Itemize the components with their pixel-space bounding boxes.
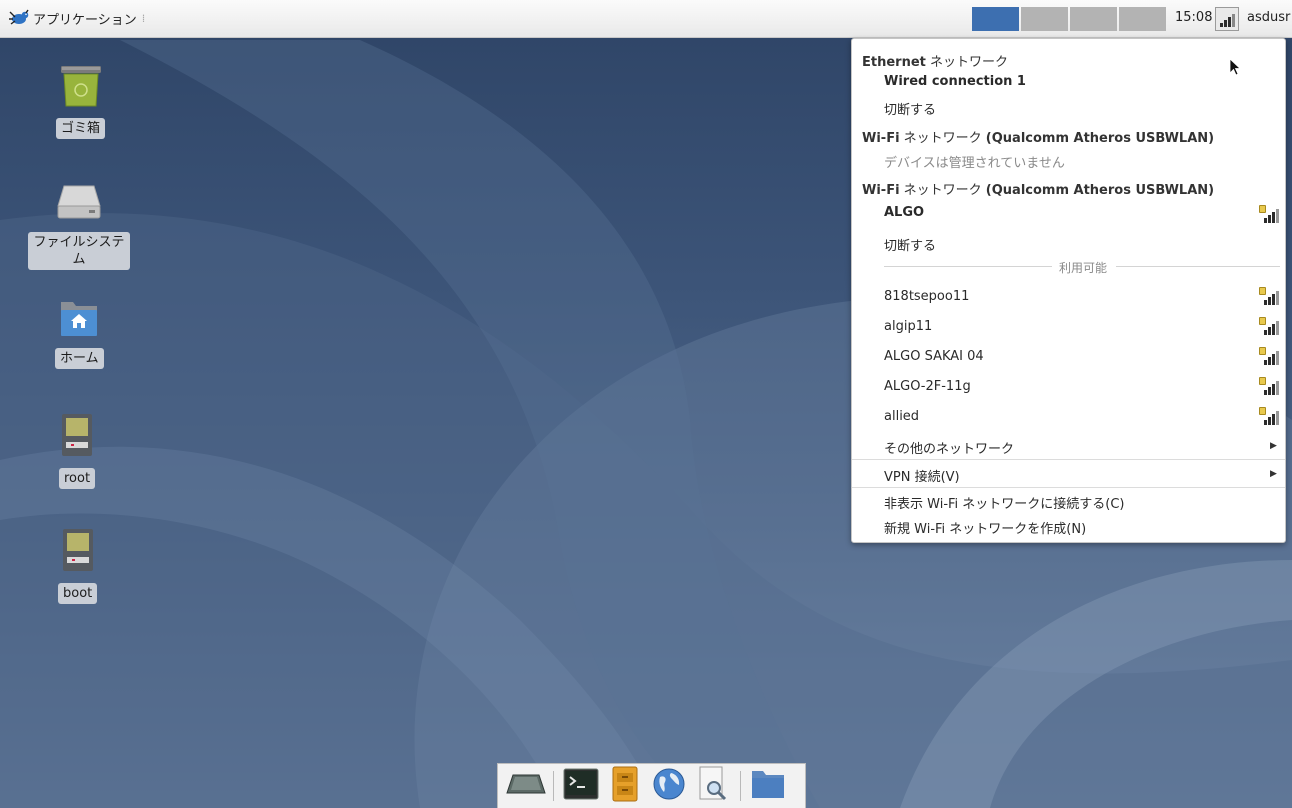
terminal-icon <box>563 768 599 804</box>
vpn-connections-submenu[interactable]: VPN 接続(V) <box>884 466 1292 485</box>
secure-signal-icon <box>1259 347 1279 365</box>
trash-icon <box>58 64 104 112</box>
home-folder-launcher[interactable] <box>746 766 790 806</box>
wifi-section-header-1: Wi-Fi ネットワーク (Qualcomm Atheros USBWLAN) <box>862 127 1292 146</box>
workspace-4[interactable] <box>1119 7 1166 31</box>
connected-network-item[interactable]: ALGO <box>884 205 1292 220</box>
drive-icon <box>60 527 96 577</box>
panel-grip: ⁞ <box>141 12 146 25</box>
desktop-icon-label: ファイルシステム <box>28 232 130 270</box>
drive-icon <box>56 182 102 226</box>
desktop-icon-filesystem[interactable]: ファイルシステム <box>28 182 130 270</box>
secure-signal-icon <box>1259 287 1279 305</box>
desktop-icon-boot[interactable]: boot <box>58 527 98 604</box>
other-networks-submenu[interactable]: その他のネットワーク <box>884 438 1292 457</box>
desktop-icon-label: ゴミ箱 <box>56 118 106 139</box>
file-manager-launcher[interactable] <box>603 766 647 806</box>
wifi-device-name: (Qualcomm Atheros USBWLAN) <box>985 183 1215 198</box>
create-new-wifi-item[interactable]: 新規 Wi-Fi ネットワークを作成(N) <box>884 518 1292 537</box>
show-desktop-icon <box>506 773 546 799</box>
wifi-device-unmanaged-status: デバイスは管理されていません <box>884 156 1065 171</box>
network-name: ALGO <box>884 205 925 220</box>
wifi-section-header-2: Wi-Fi ネットワーク (Qualcomm Atheros USBWLAN) <box>862 179 1292 198</box>
desktop-icon-label: root <box>59 468 96 489</box>
file-manager-icon <box>611 766 639 806</box>
secure-signal-icon <box>1259 317 1279 335</box>
app-finder-launcher[interactable] <box>691 766 735 806</box>
bottom-dock <box>497 763 806 808</box>
desktop-icon-root[interactable]: root <box>59 412 96 489</box>
menu-separator <box>852 459 1285 460</box>
available-label: 利用可能 <box>1059 261 1108 275</box>
ethernet-disconnect-item[interactable]: 切断する <box>884 99 1292 118</box>
wifi-network-item[interactable]: algip11 <box>884 319 1292 334</box>
wifi-header-bold: Wi-Fi <box>862 131 900 146</box>
wifi-network-item[interactable]: allied <box>884 409 1292 424</box>
desktop-icon-trash[interactable]: ゴミ箱 <box>56 64 106 139</box>
workspace-1[interactable] <box>972 7 1019 31</box>
submenu-arrow-icon: ▶ <box>1270 469 1277 479</box>
wifi-disconnect-item[interactable]: 切断する <box>884 235 1292 254</box>
web-browser-icon <box>652 767 686 805</box>
clock[interactable]: 15:08 <box>1175 10 1212 25</box>
mouse-pointer-icon <box>1229 58 1242 80</box>
signal-strength-icon <box>1219 14 1235 27</box>
secure-signal-icon <box>1259 407 1279 425</box>
xfce-mouse-icon <box>8 8 30 30</box>
dock-separator <box>740 771 741 801</box>
drive-icon <box>59 412 95 462</box>
secure-signal-icon <box>1259 205 1279 223</box>
connect-hidden-wifi-item[interactable]: 非表示 Wi-Fi ネットワークに接続する(C) <box>884 493 1292 512</box>
wifi-header-bold: Wi-Fi <box>862 183 900 198</box>
desktop-icon-label: ホーム <box>55 348 104 369</box>
wifi-header-rest: ネットワーク <box>899 131 986 146</box>
applications-menu-label: アプリケーション <box>33 13 137 28</box>
wifi-header-rest: ネットワーク <box>899 183 986 198</box>
submenu-arrow-icon: ▶ <box>1270 441 1277 451</box>
secure-signal-icon <box>1259 377 1279 395</box>
search-icon <box>698 766 728 806</box>
show-desktop-button[interactable] <box>504 766 548 806</box>
web-browser-launcher[interactable] <box>647 766 691 806</box>
network-manager-tray-button[interactable] <box>1215 7 1239 31</box>
workspace-2[interactable] <box>1021 7 1068 31</box>
desktop-icon-label: boot <box>58 583 98 604</box>
folder-icon <box>750 768 786 804</box>
ethernet-header-rest: ネットワーク <box>925 55 1009 70</box>
terminal-launcher[interactable] <box>559 766 603 806</box>
workspace-switcher <box>972 7 1168 31</box>
user-menu[interactable]: asdusr <box>1247 10 1290 25</box>
wifi-network-item[interactable]: 818tsepoo11 <box>884 289 1292 304</box>
applications-menu-button[interactable]: アプリケーション ⁞ <box>0 0 151 38</box>
wifi-network-item[interactable]: ALGO SAKAI 04 <box>884 349 1292 364</box>
home-folder-icon <box>57 298 101 342</box>
top-panel: アプリケーション ⁞ 15:08 asdusr <box>0 0 1292 38</box>
available-separator: 利用可能 <box>884 259 1280 275</box>
network-menu: Ethernet ネットワーク Wired connection 1 切断する … <box>851 38 1286 543</box>
ethernet-header-bold: Ethernet <box>862 55 926 70</box>
dock-separator <box>553 771 554 801</box>
desktop-icon-home[interactable]: ホーム <box>55 298 104 369</box>
workspace-3[interactable] <box>1070 7 1117 31</box>
wifi-device-name: (Qualcomm Atheros USBWLAN) <box>985 131 1215 146</box>
ethernet-section-header: Ethernet ネットワーク <box>862 51 1292 70</box>
wifi-network-item[interactable]: ALGO-2F-11g <box>884 379 1292 394</box>
menu-separator <box>852 487 1285 488</box>
